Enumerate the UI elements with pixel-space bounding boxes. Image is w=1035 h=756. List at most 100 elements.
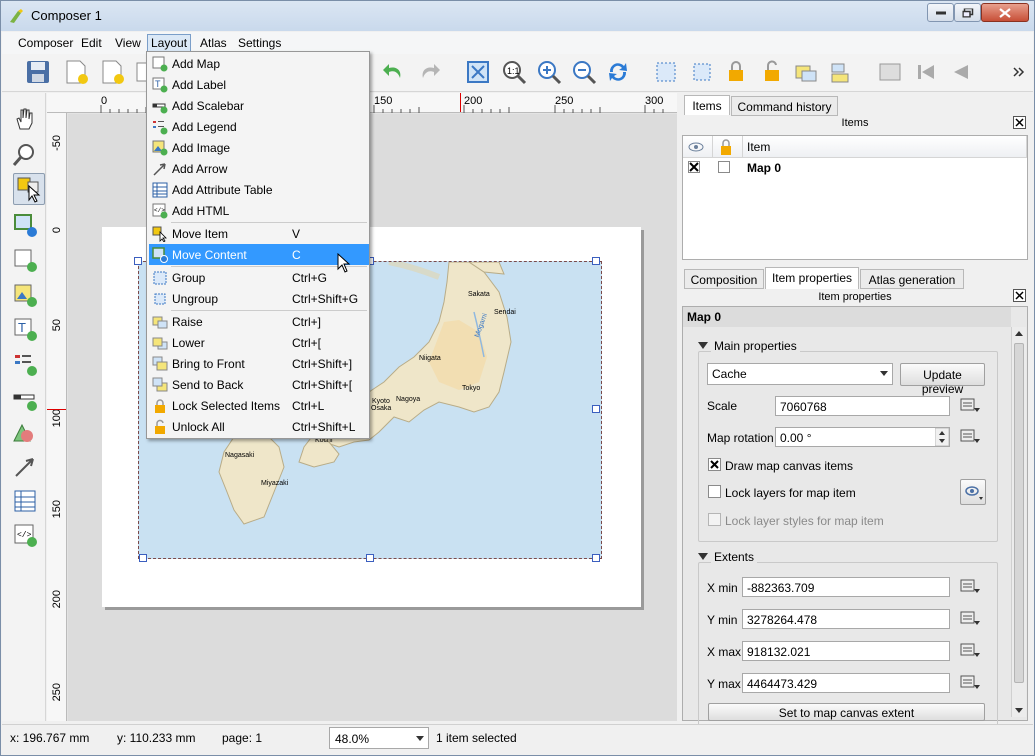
tab-command-history[interactable]: Command history (731, 96, 838, 116)
data-defined-override-icon[interactable] (959, 427, 983, 447)
menu-item-add-arrow[interactable]: Add Arrow (149, 158, 369, 179)
xmax-input[interactable]: 918132.021 (742, 641, 950, 661)
menu-view[interactable]: View (115, 36, 141, 50)
draw-canvas-items-checkbox[interactable] (708, 458, 721, 471)
add-attribute-table-tool-icon[interactable] (11, 487, 39, 515)
add-scalebar-tool-icon[interactable] (11, 385, 39, 413)
zoom-in-icon[interactable] (535, 58, 563, 86)
scroll-up-icon[interactable] (1012, 327, 1026, 341)
add-map-tool-icon[interactable] (11, 246, 39, 274)
menu-item-add-label[interactable]: T Add Label (149, 74, 369, 95)
refresh-icon[interactable] (604, 58, 632, 86)
zoom-actual-size-icon[interactable]: 1:1 (500, 58, 528, 86)
add-label-tool-icon[interactable]: T (11, 315, 39, 343)
close-properties-dock-button[interactable] (1013, 289, 1026, 302)
redo-icon[interactable] (415, 58, 443, 86)
group-items-icon[interactable] (652, 58, 680, 86)
add-legend-tool-icon[interactable] (11, 350, 39, 378)
data-defined-override-icon[interactable] (959, 609, 983, 629)
data-defined-override-icon[interactable] (959, 396, 983, 416)
resize-handle[interactable] (592, 405, 600, 413)
align-items-icon[interactable] (828, 58, 856, 86)
menu-item-move-item[interactable]: Move Item V (149, 223, 369, 244)
scale-input[interactable]: 7060768 (775, 396, 950, 416)
menu-item-unlock-all[interactable]: Unlock All Ctrl+Shift+L (149, 416, 369, 437)
xmin-input[interactable]: -882363.709 (742, 577, 950, 597)
add-html-tool-icon[interactable]: </> (11, 521, 39, 549)
collapse-arrow-icon[interactable] (698, 342, 708, 350)
add-shape-tool-icon[interactable] (11, 419, 39, 447)
add-arrow-tool-icon[interactable] (11, 453, 39, 481)
lock-column-header[interactable] (713, 136, 743, 158)
menu-item-bring-to-front[interactable]: Bring to Front Ctrl+Shift+] (149, 353, 369, 374)
pan-icon[interactable] (11, 105, 39, 133)
duplicate-composer-icon[interactable] (98, 58, 126, 86)
menu-item-add-scalebar[interactable]: Add Scalebar (149, 95, 369, 116)
spinbox-arrows-icon[interactable] (935, 428, 949, 446)
move-content-tool-icon[interactable] (11, 211, 39, 239)
menu-item-raise[interactable]: Raise Ctrl+] (149, 311, 369, 332)
tab-item-properties[interactable]: Item properties (765, 267, 859, 289)
minimize-button[interactable] (927, 3, 954, 22)
unlock-items-icon[interactable] (758, 58, 786, 86)
resize-handle[interactable] (366, 554, 374, 562)
close-items-dock-button[interactable] (1013, 116, 1026, 129)
menu-item-send-to-back[interactable]: Send to Back Ctrl+Shift+[ (149, 374, 369, 395)
layer-visibility-presets-button[interactable] (960, 479, 986, 505)
data-defined-override-icon[interactable] (959, 577, 983, 597)
menu-layout[interactable]: Layout (147, 34, 192, 52)
scroll-down-icon[interactable] (1012, 703, 1026, 717)
visibility-column-header[interactable] (683, 136, 713, 158)
zoom-full-icon[interactable] (464, 58, 492, 86)
raise-items-icon[interactable] (792, 58, 820, 86)
tab-atlas-generation[interactable]: Atlas generation (860, 269, 964, 289)
zoom-select[interactable]: 48.0% (329, 727, 429, 749)
menu-settings[interactable]: Settings (238, 36, 281, 50)
zoom-tool-icon[interactable] (11, 141, 39, 169)
data-defined-override-icon[interactable] (959, 673, 983, 693)
new-composer-icon[interactable] (62, 58, 90, 86)
set-to-map-canvas-extent-button[interactable]: Set to map canvas extent (708, 703, 985, 721)
menu-item-add-attribute-table[interactable]: Add Attribute Table (149, 179, 369, 200)
menu-item-add-legend[interactable]: Add Legend (149, 116, 369, 137)
resize-handle[interactable] (592, 554, 600, 562)
resize-handle[interactable] (592, 257, 600, 265)
menu-item-lock-selected-items[interactable]: Lock Selected Items Ctrl+L (149, 395, 369, 416)
resize-handle[interactable] (139, 554, 147, 562)
close-window-button[interactable] (981, 3, 1029, 22)
atlas-preview-icon[interactable] (876, 58, 904, 86)
add-image-tool-icon[interactable] (11, 281, 39, 309)
item-column-header[interactable]: Item (743, 136, 1027, 158)
ymin-input[interactable]: 3278264.478 (742, 609, 950, 629)
first-feature-icon[interactable] (912, 58, 940, 86)
properties-scrollbar[interactable] (1011, 327, 1026, 717)
save-icon[interactable] (24, 58, 52, 86)
tab-composition[interactable]: Composition (684, 269, 764, 289)
visible-checkbox[interactable] (688, 161, 700, 173)
scrollbar-thumb[interactable] (1014, 343, 1024, 683)
zoom-out-icon[interactable] (570, 58, 598, 86)
maximize-button[interactable] (954, 3, 981, 22)
menu-item-group[interactable]: Group Ctrl+G (149, 267, 369, 288)
collapse-arrow-icon[interactable] (698, 553, 708, 561)
data-defined-override-icon[interactable] (959, 641, 983, 661)
update-preview-button[interactable]: Update preview (900, 363, 985, 396)
menu-item-add-html[interactable]: </> Add HTML (149, 200, 369, 221)
ungroup-items-icon[interactable] (688, 58, 716, 86)
resize-handle[interactable] (134, 257, 142, 265)
lock-layers-checkbox[interactable] (708, 485, 721, 498)
select-move-item-tool[interactable] (13, 173, 45, 205)
cache-mode-select[interactable]: Cache (707, 363, 893, 385)
menu-composer[interactable]: Composer (18, 36, 73, 50)
undo-icon[interactable] (380, 58, 408, 86)
menu-item-move-content[interactable]: Move Content C (149, 244, 369, 265)
lock-items-icon[interactable] (722, 58, 750, 86)
menu-item-add-map[interactable]: Add Map (149, 53, 369, 74)
ymax-input[interactable]: 4464473.429 (742, 673, 950, 693)
menu-item-ungroup[interactable]: Ungroup Ctrl+Shift+G (149, 288, 369, 309)
toolbar-overflow-icon[interactable] (1010, 58, 1028, 86)
menu-edit[interactable]: Edit (81, 36, 102, 50)
menu-item-lower[interactable]: Lower Ctrl+[ (149, 332, 369, 353)
lock-checkbox[interactable] (718, 161, 730, 173)
menu-atlas[interactable]: Atlas (200, 36, 227, 50)
